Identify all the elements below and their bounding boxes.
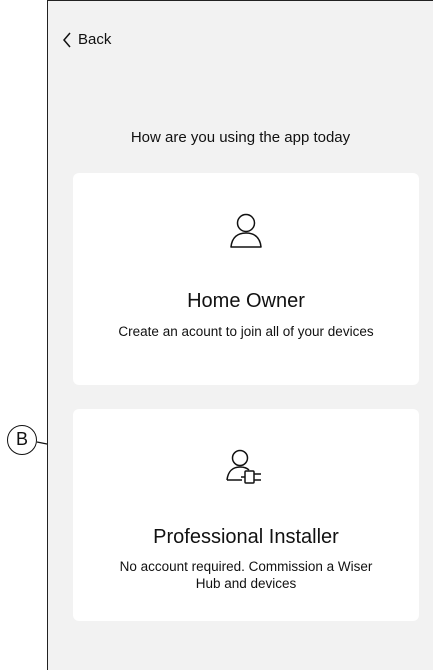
- user-plug-icon: [226, 447, 266, 492]
- page-stage: B Back How are you using the app today H…: [0, 0, 433, 670]
- professional-installer-description: No account required. Commission a Wiser …: [119, 559, 373, 591]
- app-screen: Back How are you using the app today Hom…: [47, 0, 433, 670]
- home-owner-title: Home Owner: [187, 290, 305, 312]
- user-icon: [228, 211, 264, 256]
- home-owner-description: Create an acount to join all of your dev…: [118, 324, 374, 339]
- professional-installer-title: Professional Installer: [153, 526, 339, 548]
- back-button[interactable]: Back: [62, 31, 111, 48]
- chevron-left-icon: [62, 32, 72, 48]
- home-owner-option-card[interactable]: Home Owner Create an acount to join all …: [73, 173, 419, 385]
- back-label: Back: [78, 31, 112, 48]
- page-prompt: How are you using the app today: [130, 129, 351, 146]
- professional-installer-option-card[interactable]: Professional Installer No account requir…: [73, 409, 419, 621]
